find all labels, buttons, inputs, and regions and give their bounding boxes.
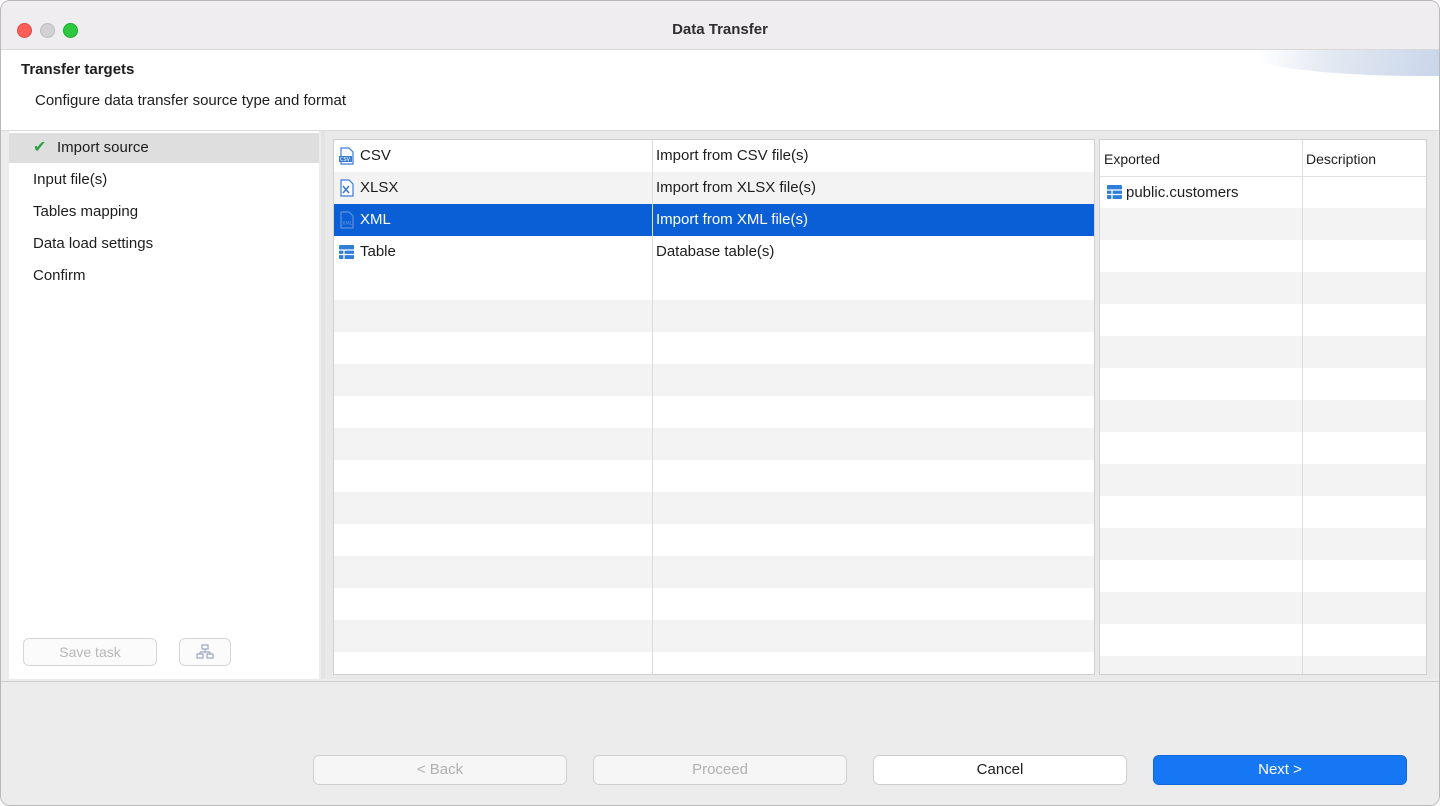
exported-table: Exported Description public.customers bbox=[1099, 139, 1427, 675]
empty-row bbox=[334, 492, 1094, 524]
back-button[interactable]: < Back bbox=[313, 755, 567, 785]
xml-file-icon: XML bbox=[340, 211, 354, 229]
source-description: Import from CSV file(s) bbox=[656, 147, 809, 164]
source-type-table: CSV CSV Import from CSV file(s) XLSX Imp… bbox=[333, 139, 1095, 675]
csv-file-icon: CSV bbox=[339, 147, 354, 165]
source-name: Table bbox=[360, 243, 396, 260]
button-bar bbox=[1, 681, 1439, 805]
exported-name: public.customers bbox=[1126, 184, 1239, 201]
table-row[interactable]: public.customers bbox=[1100, 176, 1426, 208]
header-decoration bbox=[1239, 50, 1439, 76]
page-title: Transfer targets bbox=[21, 61, 135, 78]
empty-row bbox=[1100, 336, 1426, 368]
empty-row bbox=[1100, 592, 1426, 624]
table-icon bbox=[1107, 185, 1122, 199]
tree-icon bbox=[196, 644, 214, 659]
task-config-button[interactable] bbox=[179, 638, 231, 666]
page-subtitle: Configure data transfer source type and … bbox=[35, 92, 347, 109]
table-header: Exported Description bbox=[1100, 140, 1426, 177]
cancel-button[interactable]: Cancel bbox=[873, 755, 1127, 785]
next-button[interactable]: Next > bbox=[1153, 755, 1407, 785]
empty-row bbox=[334, 556, 1094, 588]
table-row[interactable]: CSV CSV Import from CSV file(s) bbox=[334, 140, 1094, 172]
step-import-source[interactable]: ✔ Import source bbox=[9, 133, 319, 163]
data-transfer-window: Data Transfer Transfer targets Configure… bbox=[0, 0, 1440, 806]
step-label: Import source bbox=[57, 139, 149, 156]
source-name: CSV bbox=[360, 147, 391, 164]
empty-row bbox=[1100, 528, 1426, 560]
empty-row bbox=[1100, 656, 1426, 674]
source-description: Import from XML file(s) bbox=[656, 211, 808, 228]
empty-row bbox=[1100, 464, 1426, 496]
svg-text:CSV: CSV bbox=[340, 157, 351, 163]
step-confirm[interactable]: Confirm bbox=[9, 261, 319, 291]
empty-row bbox=[334, 620, 1094, 652]
empty-row bbox=[1100, 400, 1426, 432]
step-input-files[interactable]: Input file(s) bbox=[9, 165, 319, 195]
column-divider[interactable] bbox=[1302, 140, 1303, 674]
empty-row bbox=[334, 428, 1094, 460]
step-label: Confirm bbox=[33, 267, 86, 284]
step-label: Tables mapping bbox=[33, 203, 139, 220]
source-name: XML bbox=[360, 211, 391, 228]
column-header-description[interactable]: Description bbox=[1306, 151, 1376, 167]
proceed-button[interactable]: Proceed bbox=[593, 755, 847, 785]
empty-row bbox=[334, 364, 1094, 396]
table-row[interactable]: Table Database table(s) bbox=[334, 236, 1094, 268]
step-label: Input file(s) bbox=[33, 171, 108, 188]
step-data-load-settings[interactable]: Data load settings bbox=[9, 229, 319, 259]
checkmark-icon: ✔ bbox=[33, 139, 47, 156]
svg-text:XML: XML bbox=[342, 221, 353, 227]
source-description: Database table(s) bbox=[656, 243, 775, 260]
source-description: Import from XLSX file(s) bbox=[656, 179, 817, 196]
column-divider[interactable] bbox=[652, 140, 653, 674]
title-bar: Data Transfer bbox=[1, 1, 1439, 50]
empty-row bbox=[1100, 272, 1426, 304]
column-header-exported[interactable]: Exported bbox=[1104, 151, 1160, 167]
source-name: XLSX bbox=[360, 179, 399, 196]
step-label: Data load settings bbox=[33, 235, 154, 252]
step-tables-mapping[interactable]: Tables mapping bbox=[9, 197, 319, 227]
table-icon bbox=[339, 245, 354, 259]
empty-row bbox=[1100, 208, 1426, 240]
xlsx-file-icon bbox=[340, 179, 354, 197]
wizard-header: Transfer targets Configure data transfer… bbox=[1, 50, 1439, 131]
table-row-selected[interactable]: XML XML Import from XML file(s) bbox=[334, 204, 1094, 236]
window-title: Data Transfer bbox=[672, 21, 768, 38]
wizard-steps: ✔ Import source Input file(s) Tables map… bbox=[9, 131, 319, 679]
save-task-button[interactable]: Save task bbox=[23, 638, 157, 666]
empty-row bbox=[334, 300, 1094, 332]
table-row[interactable]: XLSX Import from XLSX file(s) bbox=[334, 172, 1094, 204]
